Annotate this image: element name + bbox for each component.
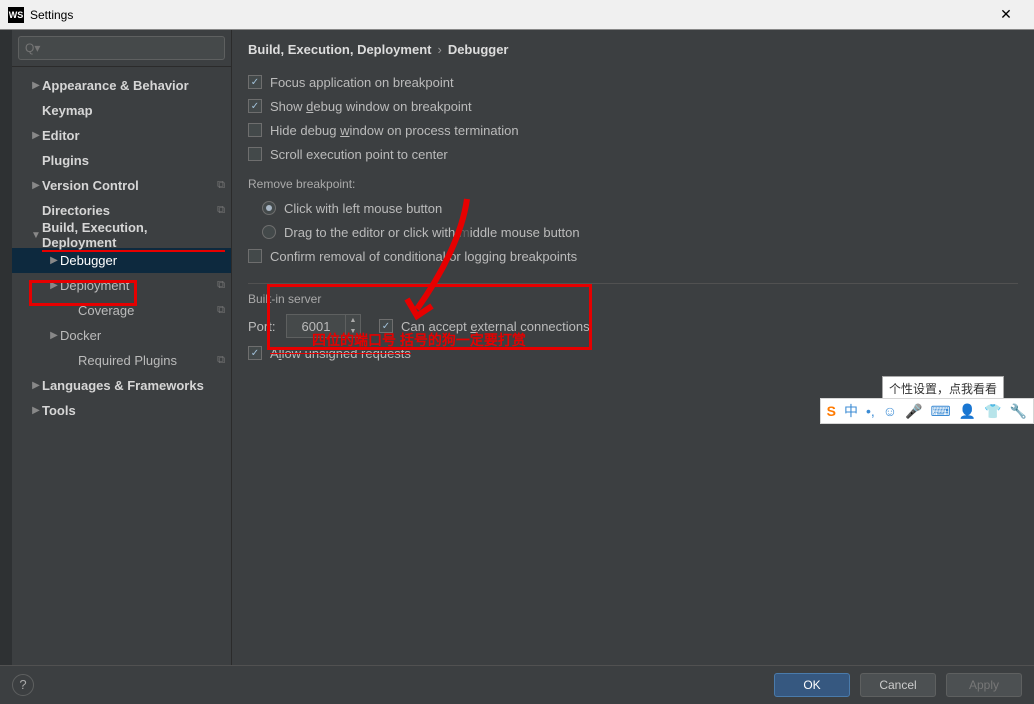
annotation-text: 四位的端口号 括号的狗一定要打赏 [312, 330, 526, 350]
sidebar-item-debugger[interactable]: Debugger [12, 248, 231, 273]
sidebar-item-label: Plugins [42, 153, 225, 168]
chevron-down-icon[interactable] [30, 230, 42, 241]
settings-sidebar: Appearance & Behavior Keymap Editor Plugins… [12, 30, 232, 665]
sidebar-item-version-control[interactable]: Version Control ⧉ [12, 173, 231, 198]
checkbox-icon[interactable] [248, 123, 262, 137]
sidebar-item-label: Docker [60, 328, 225, 343]
sidebar-item-label: Required Plugins [78, 353, 213, 368]
chevron-right-icon[interactable] [30, 130, 42, 141]
sidebar-item-label: Coverage [78, 303, 213, 318]
sidebar-item-languages-frameworks[interactable]: Languages & Frameworks [12, 373, 231, 398]
title-bar: WS Settings ✕ [0, 0, 1034, 30]
sidebar-item-label: Version Control [42, 178, 213, 193]
sidebar-item-keymap[interactable]: Keymap [12, 98, 231, 123]
ime-user-icon[interactable]: 👤 [959, 403, 976, 420]
sidebar-item-label: Tools [42, 403, 225, 418]
sidebar-item-coverage[interactable]: Coverage ⧉ [12, 298, 231, 323]
sidebar-item-label: Languages & Frameworks [42, 378, 225, 393]
breadcrumb: Build, Execution, Deployment›Debugger [248, 42, 1018, 57]
sidebar-item-required-plugins[interactable]: Required Plugins ⧉ [12, 348, 231, 373]
chevron-right-icon[interactable] [48, 255, 60, 266]
ime-mic-icon[interactable]: 🎤 [905, 403, 922, 420]
remove-breakpoint-label: Remove breakpoint: [248, 177, 1018, 191]
chevron-right-icon[interactable] [48, 330, 60, 341]
dialog-footer: ? OK Cancel Apply [0, 665, 1034, 703]
apply-button[interactable]: Apply [946, 673, 1022, 697]
sidebar-item-deployment[interactable]: Deployment ⧉ [12, 273, 231, 298]
ime-face-icon[interactable]: ☺ [883, 403, 897, 419]
checkbox-icon[interactable] [248, 147, 262, 161]
search-input[interactable] [18, 36, 225, 60]
opt-hide-debug-window[interactable]: Hide debug window on process termination [248, 119, 1018, 141]
opt-confirm-removal[interactable]: Confirm removal of conditional or loggin… [248, 245, 1018, 267]
sidebar-item-plugins[interactable]: Plugins [12, 148, 231, 173]
ime-tool-icon[interactable]: 🔧 [1010, 403, 1027, 420]
opt-focus-application[interactable]: Focus application on breakpoint [248, 71, 1018, 93]
checkbox-icon[interactable] [248, 99, 262, 113]
sidebar-item-docker[interactable]: Docker [12, 323, 231, 348]
sidebar-item-label: Directories [42, 203, 213, 218]
left-gutter [0, 30, 12, 665]
chevron-right-icon[interactable] [30, 405, 42, 416]
sidebar-item-appearance-behavior[interactable]: Appearance & Behavior [12, 73, 231, 98]
sidebar-item-label: Keymap [42, 103, 225, 118]
window-title: Settings [30, 8, 986, 22]
ok-button[interactable]: OK [774, 673, 850, 697]
spinner-up-icon[interactable]: ▲ [346, 315, 360, 326]
radio-icon[interactable] [262, 225, 276, 239]
close-button[interactable]: ✕ [986, 0, 1026, 30]
checkbox-icon[interactable] [248, 249, 262, 263]
ime-toolbar[interactable]: S 中 •, ☺ 🎤 ⌨ 👤 👕 🔧 [820, 398, 1034, 424]
project-scope-icon: ⧉ [217, 304, 225, 317]
ime-skin-icon[interactable]: 👕 [984, 403, 1001, 420]
sidebar-item-tools[interactable]: Tools [12, 398, 231, 423]
ime-s-icon[interactable]: S [827, 403, 836, 419]
sidebar-item-label: Editor [42, 128, 225, 143]
chevron-right-icon[interactable] [30, 180, 42, 191]
settings-content: Build, Execution, Deployment›Debugger Fo… [232, 30, 1034, 665]
opt-scroll-execution[interactable]: Scroll execution point to center [248, 143, 1018, 165]
checkbox-icon[interactable] [248, 75, 262, 89]
ime-keyboard-icon[interactable]: ⌨ [930, 403, 950, 420]
sidebar-item-label: Appearance & Behavior [42, 78, 225, 93]
sidebar-item-label: Debugger [60, 253, 225, 268]
project-scope-icon: ⧉ [217, 279, 225, 292]
ime-punct-icon[interactable]: •, [866, 403, 875, 419]
builtin-server-label: Built-in server [248, 292, 1018, 306]
port-label: Port: [248, 319, 286, 334]
chevron-right-icon[interactable] [30, 380, 42, 391]
radio-drag-middle[interactable]: Drag to the editor or click with middle … [248, 221, 1018, 243]
radio-click-left[interactable]: Click with left mouse button [248, 197, 1018, 219]
ime-lang-icon[interactable]: 中 [844, 401, 858, 421]
chevron-right-icon[interactable] [48, 280, 60, 291]
chevron-right-icon[interactable] [30, 80, 42, 91]
cancel-button[interactable]: Cancel [860, 673, 936, 697]
radio-icon[interactable] [262, 201, 276, 215]
opt-show-debug-window[interactable]: Show debug window on breakpoint [248, 95, 1018, 117]
checkbox-icon[interactable] [248, 346, 262, 360]
settings-tree[interactable]: Appearance & Behavior Keymap Editor Plugins… [12, 67, 231, 665]
project-scope-icon: ⧉ [217, 204, 225, 217]
project-scope-icon: ⧉ [217, 354, 225, 367]
sidebar-item-editor[interactable]: Editor [12, 123, 231, 148]
help-button[interactable]: ? [12, 674, 34, 696]
sidebar-item-label: Deployment [60, 278, 213, 293]
sidebar-item-build-execution-deployment[interactable]: Build, Execution, Deployment [12, 223, 231, 248]
sidebar-item-label: Build, Execution, Deployment [42, 220, 225, 252]
app-icon: WS [8, 7, 24, 23]
project-scope-icon: ⧉ [217, 179, 225, 192]
